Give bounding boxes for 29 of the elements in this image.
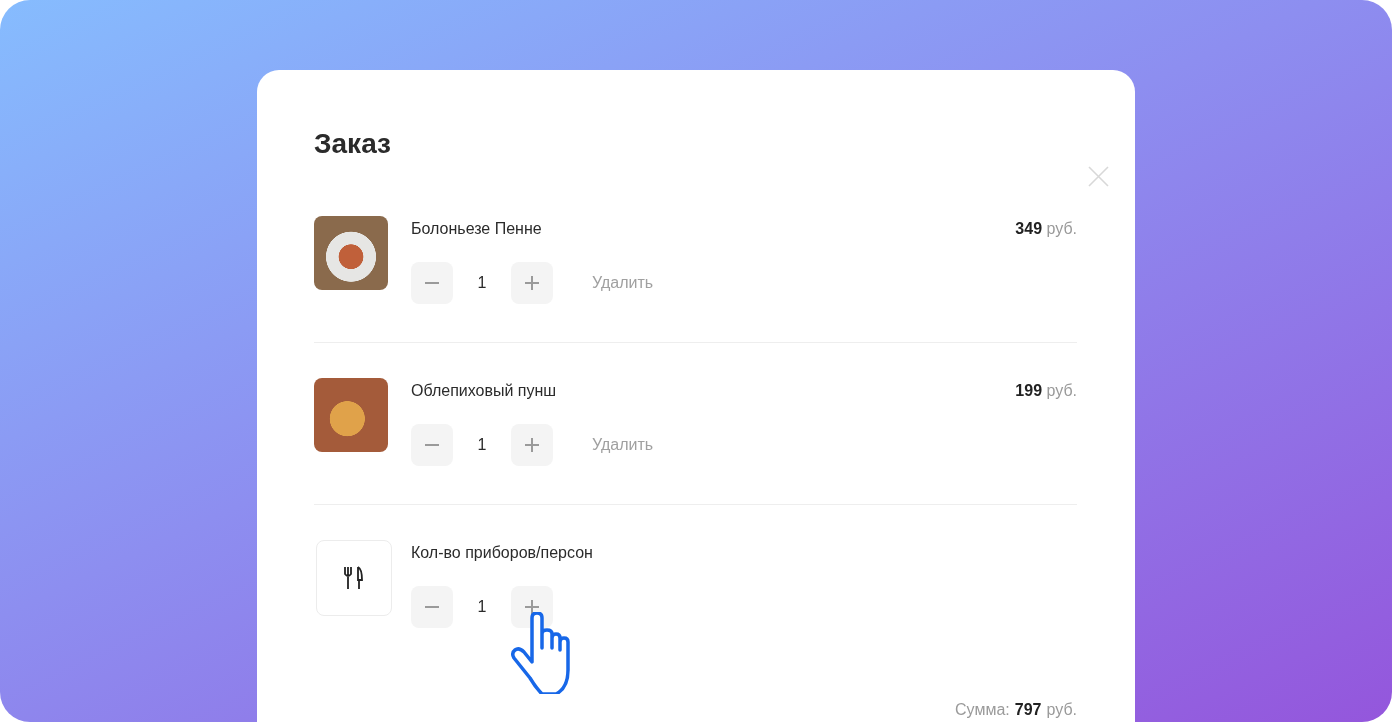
currency-label: руб. — [1046, 220, 1077, 237]
minus-icon — [425, 606, 439, 608]
plus-icon — [525, 276, 539, 290]
close-icon[interactable] — [1088, 166, 1109, 187]
item-name: Болоньезе Пенне — [411, 220, 542, 238]
minus-icon — [425, 444, 439, 446]
total-label: Сумма: — [955, 701, 1010, 719]
item-price: 349 — [1015, 220, 1043, 237]
remove-link[interactable]: Удалить — [592, 274, 654, 292]
currency-label: руб. — [1046, 382, 1077, 399]
dialog-title: Заказ — [314, 127, 392, 161]
fork-knife-icon — [343, 566, 365, 590]
plus-icon — [525, 600, 539, 614]
item-price: 199 — [1015, 382, 1043, 399]
increase-button[interactable] — [511, 424, 553, 466]
remove-link[interactable]: Удалить — [592, 436, 654, 454]
item-name: Кол-во приборов/персон — [411, 544, 593, 562]
currency-label: руб. — [1046, 701, 1077, 719]
minus-icon — [425, 282, 439, 284]
plus-icon — [525, 438, 539, 452]
decrease-button[interactable] — [411, 424, 453, 466]
total-amount: 797 — [1014, 701, 1042, 719]
quantity-value: 1 — [476, 436, 488, 454]
quantity-value: 1 — [476, 598, 488, 616]
item-name: Облепиховый пунш — [411, 382, 557, 400]
decrease-button[interactable] — [411, 262, 453, 304]
decrease-button[interactable] — [411, 586, 453, 628]
quantity-value: 1 — [476, 274, 488, 292]
increase-button[interactable] — [511, 262, 553, 304]
